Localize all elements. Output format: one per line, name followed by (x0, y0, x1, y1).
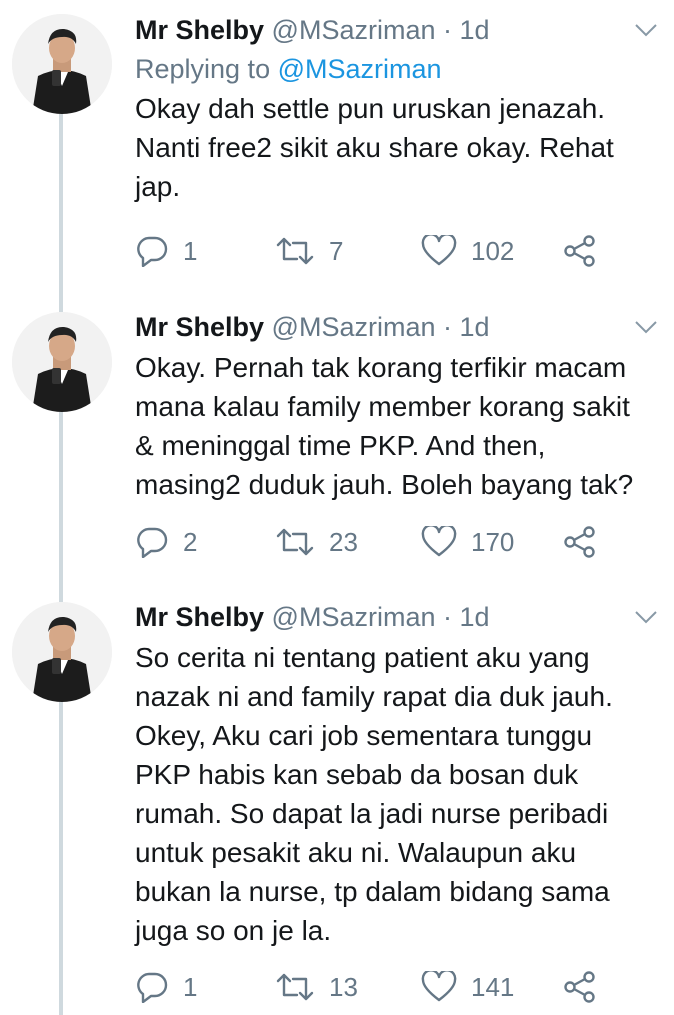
like-button[interactable]: 170 (421, 522, 514, 562)
share-icon (564, 526, 595, 558)
timestamp[interactable]: 1d (460, 602, 490, 632)
reply-button[interactable]: 1 (135, 967, 197, 1007)
reply-button[interactable]: 1 (135, 231, 197, 271)
retweet-count: 23 (329, 526, 358, 557)
like-icon (421, 235, 457, 266)
tweet-actions: 2 23 170 (135, 522, 655, 562)
retweet-icon (276, 237, 314, 265)
replying-to-label: Replying to (135, 54, 278, 84)
separator-dot: · (443, 312, 453, 342)
tweet-text: Okay dah settle pun uruskan jenazah. Nan… (135, 93, 614, 202)
like-count: 141 (471, 971, 515, 1002)
thread-line (59, 412, 63, 602)
like-icon (421, 971, 457, 1002)
reply-button[interactable]: 2 (135, 522, 197, 562)
retweet-count: 13 (329, 971, 358, 1002)
display-name[interactable]: Mr Shelby (135, 312, 264, 342)
share-button[interactable] (563, 231, 597, 271)
user-handle[interactable]: @MSazriman (272, 15, 436, 45)
user-handle[interactable]: @MSazriman (272, 602, 436, 632)
thread-line (59, 114, 63, 312)
thread-line (59, 702, 63, 1015)
share-button[interactable] (563, 967, 597, 1007)
reply-icon (137, 972, 168, 1003)
tweet[interactable]: Mr Shelby @MSazriman · 1d Okay. Pernah t… (135, 307, 660, 504)
tweet-text: Okay. Pernah tak korang terfikir macam m… (135, 352, 634, 500)
tweet[interactable]: Mr Shelby @MSazriman · 1d So cerita ni t… (135, 597, 660, 950)
timestamp[interactable]: 1d (460, 312, 490, 342)
share-button[interactable] (563, 522, 597, 562)
chevron-down-icon[interactable] (634, 609, 658, 625)
retweet-button[interactable]: 13 (275, 967, 358, 1007)
avatar[interactable] (12, 312, 112, 412)
tweet[interactable]: Mr Shelby @MSazriman · 1d Replying to @M… (135, 10, 660, 206)
like-count: 170 (471, 526, 515, 557)
share-icon (564, 235, 595, 267)
avatar[interactable] (12, 602, 112, 702)
reply-count: 1 (183, 235, 198, 266)
chevron-down-icon[interactable] (634, 319, 658, 335)
like-count: 102 (471, 235, 515, 266)
like-icon (421, 526, 457, 557)
chevron-down-icon[interactable] (634, 22, 658, 38)
reply-icon (137, 527, 168, 558)
reply-count: 2 (183, 526, 198, 557)
avatar[interactable] (12, 14, 112, 114)
tweet-header: Mr Shelby @MSazriman · 1d (135, 307, 660, 347)
like-button[interactable]: 102 (421, 231, 514, 271)
share-icon (564, 971, 595, 1003)
tweet-header: Mr Shelby @MSazriman · 1d (135, 10, 660, 50)
retweet-button[interactable]: 7 (275, 231, 343, 271)
retweet-icon (276, 528, 314, 556)
display-name[interactable]: Mr Shelby (135, 15, 264, 45)
like-button[interactable]: 141 (421, 967, 514, 1007)
mention-link[interactable]: @MSazriman (278, 54, 442, 84)
retweet-icon (276, 973, 314, 1001)
retweet-button[interactable]: 23 (275, 522, 358, 562)
separator-dot: · (443, 602, 453, 632)
replying-to: Replying to @MSazriman (135, 50, 660, 88)
tweet-header: Mr Shelby @MSazriman · 1d (135, 597, 660, 637)
retweet-count: 7 (329, 235, 344, 266)
separator-dot: · (443, 15, 453, 45)
user-handle[interactable]: @MSazriman (272, 312, 436, 342)
timestamp[interactable]: 1d (460, 15, 490, 45)
tweet-actions: 1 13 141 (135, 967, 655, 1007)
tweet-text: So cerita ni tentang patient aku yang na… (135, 642, 613, 946)
reply-icon (137, 236, 168, 267)
display-name[interactable]: Mr Shelby (135, 602, 264, 632)
reply-count: 1 (183, 971, 198, 1002)
tweet-actions: 1 7 102 (135, 231, 655, 271)
